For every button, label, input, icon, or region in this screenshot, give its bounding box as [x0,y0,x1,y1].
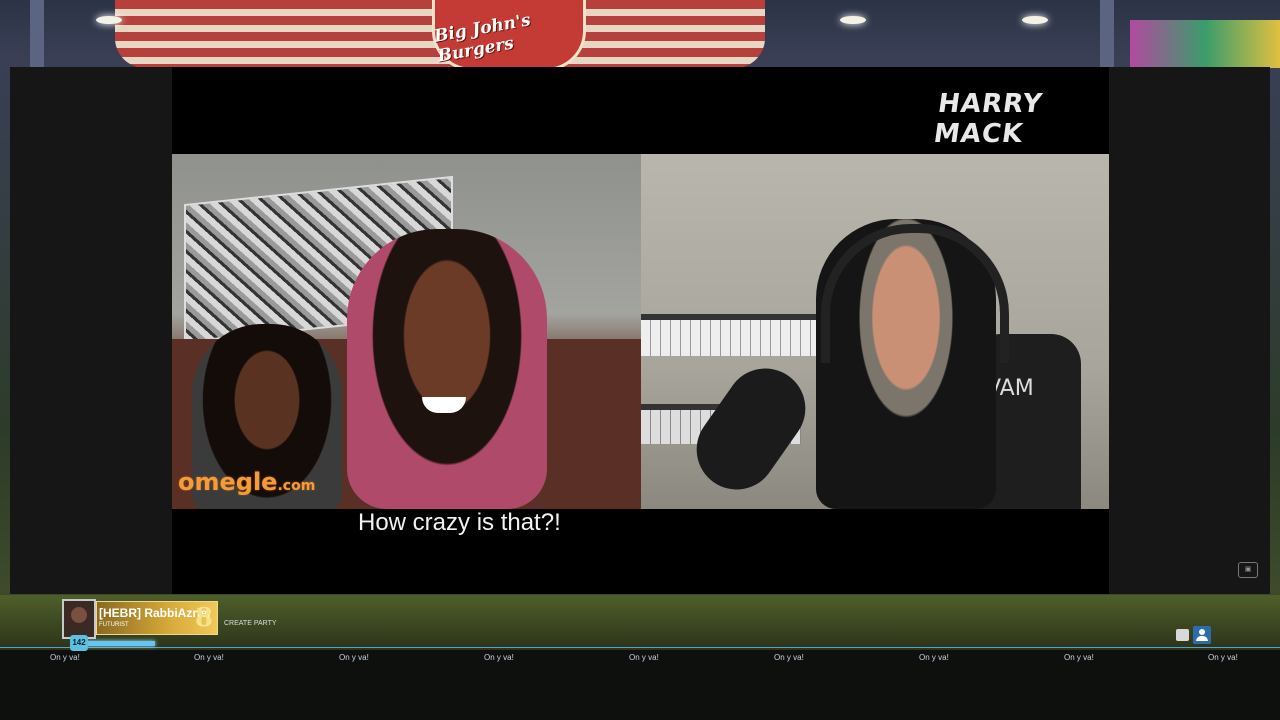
xp-progress-bar [80,641,155,646]
chat-message: On y va! [50,653,80,662]
hud-divider [0,647,1280,648]
chat-message: On y va! [194,653,224,662]
restaurant-sign: Big John's Burgers [432,0,586,71]
person-smiling [347,229,547,509]
letterbox-left [10,67,172,594]
chat-message: On y va! [774,653,804,662]
chat-message: On y va! [339,653,369,662]
game-hud: [HEBR] RabbiAzriel FUTURIST 8 CREATE PAR… [0,595,1280,720]
chat-message: On y va! [629,653,659,662]
player-title: FUTURIST [99,622,129,628]
brand-logo: HARRY MACK [931,89,1045,149]
video-player[interactable]: HARRY MACK omegle.com VAM How crazy is t… [10,67,1270,594]
piano-keyboard [641,314,841,356]
create-party-button[interactable]: CREATE PARTY [224,620,277,627]
omegle-text: omegle [178,468,278,496]
arena-pillar [1100,0,1114,68]
player-avatar[interactable] [62,599,96,639]
player-name: [HEBR] RabbiAzriel [99,606,211,620]
arena-pillar [30,0,44,68]
webcam-feed-right: VAM [641,154,1109,509]
omegle-suffix: .com [277,478,316,494]
level-badge: 142 [70,635,88,651]
ceiling-lamp [96,16,122,24]
webcam-feed-left: omegle.com [172,154,641,509]
omegle-watermark: omegle.com [178,468,315,496]
chat-message: On y va! [484,653,514,662]
rank-number: 8 [194,603,213,633]
restaurant-sign-text: Big John's Burgers [432,10,533,67]
friends-icon[interactable] [1193,626,1211,644]
chat-message: On y va! [1064,653,1094,662]
chat-message: On y va! [919,653,949,662]
letterbox-right: ▣ [1109,67,1270,594]
ceiling-lamp [840,16,866,24]
subtitle-caption: How crazy is that?! [358,509,561,536]
decor-banner [1130,20,1280,68]
player-nameplate[interactable]: [HEBR] RabbiAzriel FUTURIST 8 [96,601,218,635]
chat-message: On y va! [1208,653,1238,662]
video-frame[interactable]: HARRY MACK omegle.com VAM How crazy is t… [172,67,1109,594]
chat-icon[interactable] [1176,629,1189,641]
video-corner-icon[interactable]: ▣ [1238,562,1258,578]
ceiling-lamp [1022,16,1048,24]
